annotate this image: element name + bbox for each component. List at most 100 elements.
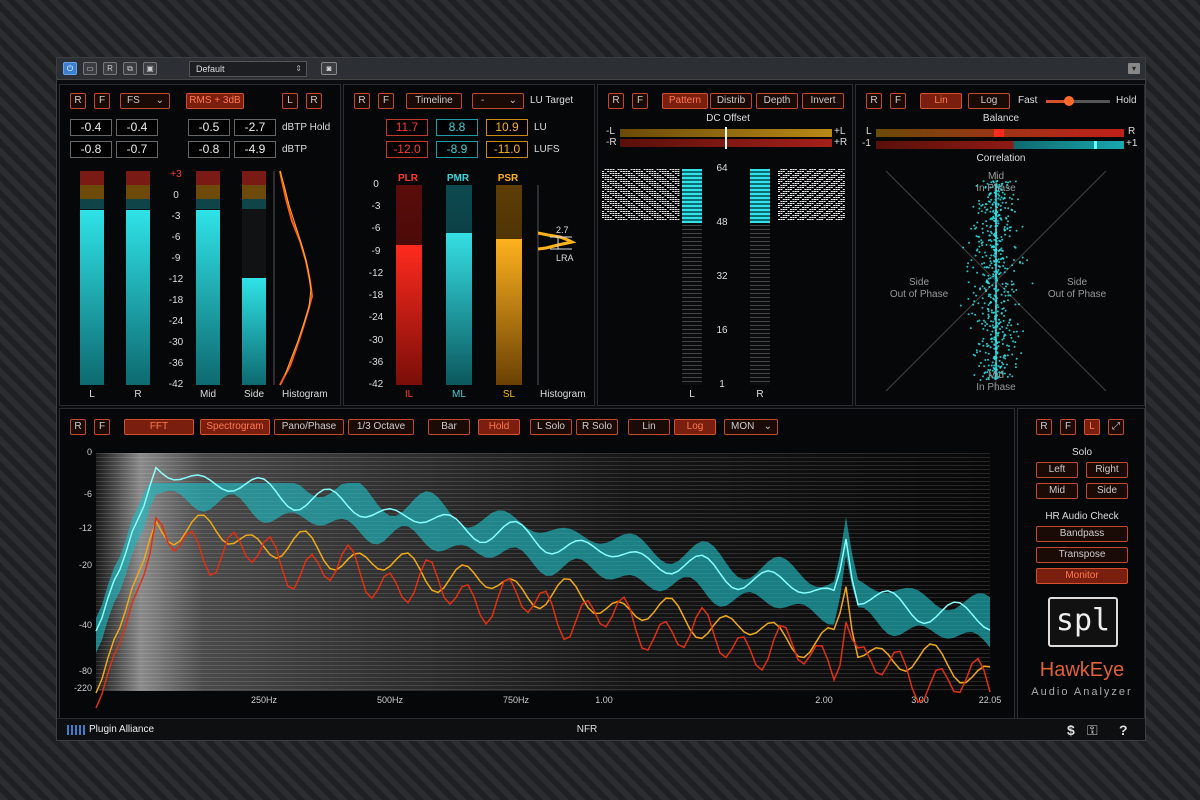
solo-right-button[interactable]: Right bbox=[1086, 462, 1128, 478]
copy-icon[interactable]: ⧉ bbox=[123, 62, 137, 75]
scale-tick: 16 bbox=[716, 325, 728, 336]
slider-handle[interactable] bbox=[1064, 96, 1074, 106]
rw-icon[interactable]: R bbox=[103, 62, 117, 75]
scale-tick: -30 bbox=[168, 337, 184, 348]
bandpass-button[interactable]: Bandpass bbox=[1036, 526, 1128, 542]
scale-tick: -3 bbox=[371, 201, 381, 213]
link-button[interactable]: L bbox=[1084, 419, 1100, 435]
log-button[interactable]: Log bbox=[674, 419, 716, 435]
loudness-histogram bbox=[537, 185, 577, 385]
compare-icon[interactable]: ▭ bbox=[83, 62, 97, 75]
spectrum-panel: R F FFT Spectrogram Pano/Phase 1/3 Octav… bbox=[59, 408, 1015, 720]
histogram-label: Histogram bbox=[540, 389, 586, 400]
reset-button[interactable]: R bbox=[1036, 419, 1052, 435]
lu-target-select[interactable]: - ⌄ bbox=[472, 93, 524, 109]
product-subtitle: Audio Analyzer bbox=[1031, 686, 1133, 698]
transpose-button[interactable]: Transpose bbox=[1036, 547, 1128, 563]
chevron-down-icon: ⌄ bbox=[155, 95, 164, 106]
freeze-button[interactable]: F bbox=[94, 419, 110, 435]
lra-label: LRA bbox=[556, 253, 574, 263]
lin-button[interactable]: Lin bbox=[628, 419, 670, 435]
l-hold-value: -0.4 bbox=[70, 119, 112, 136]
spectrogram-button[interactable]: Spectrogram bbox=[200, 419, 270, 435]
balance-r: R bbox=[1128, 126, 1136, 137]
side-label: Side bbox=[243, 389, 264, 400]
reset-button[interactable]: R bbox=[608, 93, 624, 109]
scale-tick: 32 bbox=[716, 271, 728, 282]
power-icon[interactable]: ⏻ bbox=[63, 62, 77, 75]
help-icon[interactable]: ? bbox=[1119, 722, 1128, 738]
side-right-1: Side bbox=[1066, 277, 1087, 288]
dbtp-hold-label: dBTP Hold bbox=[282, 122, 331, 133]
il-label: IL bbox=[404, 389, 414, 400]
scale-tick: -36 bbox=[368, 356, 384, 368]
r-solo-button[interactable]: R Solo bbox=[576, 419, 618, 435]
dc-plus-l: +L bbox=[834, 126, 846, 137]
fft-button[interactable]: FFT bbox=[124, 419, 194, 435]
hold-button[interactable]: Hold bbox=[478, 419, 520, 435]
paste-icon[interactable]: ▣ bbox=[143, 62, 157, 75]
mon-select[interactable]: MON ⌄ bbox=[724, 419, 778, 435]
lu-target-label: LU Target bbox=[530, 95, 574, 106]
collapse-icon[interactable]: ▾ bbox=[1128, 63, 1140, 74]
scale-tick: 1 bbox=[719, 379, 725, 390]
mid-hold-value: -0.5 bbox=[188, 119, 230, 136]
key-icon[interactable]: ⚿ bbox=[1087, 722, 1098, 739]
correlation-label: Correlation bbox=[976, 153, 1026, 164]
reset-button[interactable]: R bbox=[354, 93, 370, 109]
freeze-button[interactable]: F bbox=[1060, 419, 1076, 435]
r-meter-fill bbox=[126, 209, 150, 385]
pano-phase-button[interactable]: Pano/Phase bbox=[274, 419, 344, 435]
side-left-2: Out of Phase bbox=[889, 289, 949, 300]
l-meter-fill bbox=[80, 209, 104, 385]
plugin-alliance-icon bbox=[67, 725, 87, 735]
freeze-button[interactable]: F bbox=[378, 93, 394, 109]
bar-button[interactable]: Bar bbox=[428, 419, 470, 435]
distrib-button[interactable]: Distrib bbox=[710, 93, 752, 109]
host-toolbar: ⏻ ▭ R ⧉ ▣ Default ⇕ ◙ ▾ bbox=[57, 58, 1145, 80]
freeze-button[interactable]: F bbox=[632, 93, 648, 109]
monitor-button[interactable]: Monitor bbox=[1036, 568, 1128, 584]
preset-select[interactable]: Default ⇕ bbox=[189, 61, 307, 77]
depth-button[interactable]: Depth bbox=[756, 93, 798, 109]
scale-select[interactable]: FS ⌄ bbox=[120, 93, 170, 109]
il-bar-fill bbox=[396, 245, 422, 385]
reset-button[interactable]: R bbox=[70, 419, 86, 435]
expand-icon[interactable]: ⤢ bbox=[1108, 419, 1124, 435]
solo-side-button[interactable]: Side bbox=[1086, 483, 1128, 499]
y-tick: -6 bbox=[83, 489, 92, 499]
ml-bar bbox=[446, 185, 472, 385]
log-button[interactable]: Log bbox=[968, 93, 1010, 109]
dollar-icon[interactable]: $ bbox=[1067, 722, 1075, 738]
scale-tick: -18 bbox=[368, 290, 384, 302]
timeline-button[interactable]: Timeline bbox=[406, 93, 462, 109]
ml-label: ML bbox=[452, 389, 466, 400]
pattern-button[interactable]: Pattern bbox=[662, 93, 708, 109]
dc-minus-l: -L bbox=[606, 126, 615, 137]
solo-mid-button[interactable]: Mid bbox=[1036, 483, 1078, 499]
reset-button[interactable]: R bbox=[866, 93, 882, 109]
solo-left-button[interactable]: Left bbox=[1036, 462, 1078, 478]
reset-button[interactable]: R bbox=[70, 93, 86, 109]
scale-tick: -42 bbox=[368, 379, 384, 390]
scale-tick: -18 bbox=[168, 295, 184, 306]
left-channel-button[interactable]: L bbox=[282, 93, 298, 109]
scale-tick: -24 bbox=[368, 312, 384, 324]
rms-button[interactable]: RMS + 3dB bbox=[186, 93, 244, 109]
freeze-button[interactable]: F bbox=[94, 93, 110, 109]
release-slider[interactable] bbox=[1046, 96, 1110, 106]
plr-lu-value: 11.7 bbox=[386, 119, 428, 136]
lin-button[interactable]: Lin bbox=[920, 93, 962, 109]
y-tick: -220 bbox=[73, 683, 92, 693]
l-solo-button[interactable]: L Solo bbox=[530, 419, 572, 435]
correlation-bar bbox=[876, 141, 1124, 149]
right-channel-button[interactable]: R bbox=[306, 93, 322, 109]
invert-button[interactable]: Invert bbox=[802, 93, 844, 109]
camera-icon[interactable]: ◙ bbox=[321, 62, 337, 75]
third-octave-button[interactable]: 1/3 Octave bbox=[348, 419, 414, 435]
freeze-button[interactable]: F bbox=[890, 93, 906, 109]
scale-tick: 0 bbox=[173, 190, 179, 201]
ml-lufs-value: -8.9 bbox=[436, 141, 478, 158]
y-tick: -20 bbox=[78, 560, 92, 570]
y-tick: -80 bbox=[78, 666, 92, 676]
